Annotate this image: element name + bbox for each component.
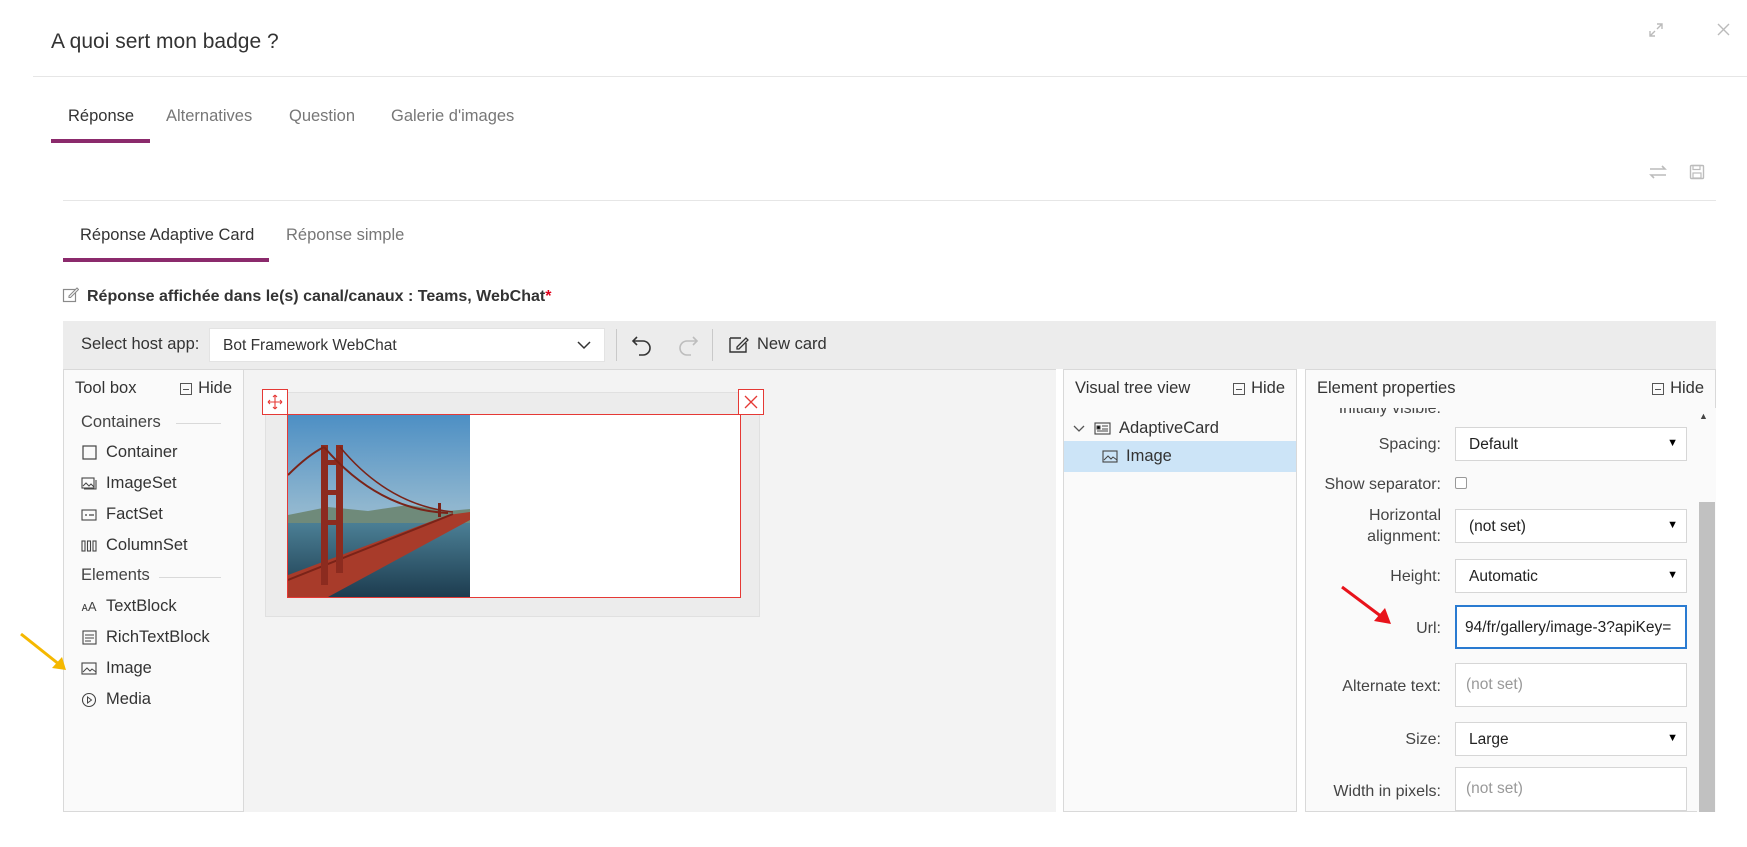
toolbox-header: Tool box Hide — [64, 370, 243, 408]
dialog-title: A quoi sert mon badge ? — [51, 30, 279, 53]
tab-reponse-adaptive-card[interactable]: Réponse Adaptive Card — [80, 226, 254, 245]
toolbox-pane: Tool box Hide Containers Container Image… — [63, 369, 244, 812]
element-properties-header: Element properties Hide — [1306, 370, 1715, 408]
red-arrow-annotation — [1341, 585, 1391, 624]
card-image[interactable] — [288, 415, 470, 597]
columnset-icon — [81, 538, 97, 554]
image-icon — [81, 661, 97, 677]
horizontal-alignment-label-2: alignment: — [1367, 528, 1441, 545]
new-card-button[interactable]: New card — [727, 333, 827, 355]
height-select[interactable]: Automatic ▼ — [1455, 559, 1687, 593]
toolbar-separator-2 — [712, 329, 713, 361]
collapse-icon — [180, 382, 193, 395]
dropdown-arrow-icon: ▼ — [1667, 519, 1678, 531]
horizontal-alignment-select[interactable]: (not set) ▼ — [1455, 509, 1687, 543]
spacing-label: Spacing: — [1378, 436, 1441, 453]
tab-reponse[interactable]: Réponse — [68, 107, 134, 126]
undo-icon[interactable] — [631, 333, 653, 362]
subtab-active-indicator — [63, 258, 269, 262]
collapse-icon — [1233, 382, 1246, 395]
toolbar-separator — [616, 329, 617, 361]
show-separator-checkbox[interactable] — [1455, 477, 1467, 489]
visual-tree-title: Visual tree view — [1075, 379, 1191, 397]
designer-toolbar: Select host app: Bot Framework WebChat N… — [63, 321, 1716, 369]
alternate-text-input[interactable]: (not set) — [1455, 663, 1687, 707]
dropdown-arrow-icon: ▼ — [1667, 732, 1678, 744]
media-icon — [81, 692, 97, 708]
save-icon[interactable] — [1689, 164, 1705, 185]
element-properties-title: Element properties — [1317, 379, 1456, 397]
host-app-label: Select host app: — [81, 335, 200, 353]
properties-scrollbar-thumb[interactable] — [1699, 502, 1715, 812]
width-in-pixels-label: Width in pixels: — [1333, 783, 1441, 800]
toolbox-hide-button[interactable]: Hide — [180, 379, 232, 398]
size-select[interactable]: Large ▼ — [1455, 722, 1687, 756]
element-properties-hide-button[interactable]: Hide — [1652, 379, 1704, 398]
container-icon — [81, 445, 97, 461]
textblock-icon: ᴀA — [81, 599, 97, 614]
tree-node-image[interactable]: Image — [1064, 441, 1296, 472]
header-divider — [33, 76, 1747, 77]
host-app-value: Bot Framework WebChat — [223, 337, 397, 354]
group-divider — [159, 577, 221, 578]
new-card-label: New card — [757, 334, 827, 353]
expand-icon[interactable] — [1648, 22, 1664, 43]
url-input[interactable]: 94/fr/gallery/image-3?apiKey= — [1455, 605, 1687, 649]
toolbox-group-containers: Containers — [81, 413, 161, 431]
yellow-arrow-annotation — [20, 632, 66, 670]
size-label: Size: — [1405, 731, 1441, 748]
tab-question[interactable]: Question — [289, 107, 355, 126]
toolbox-item-textblock[interactable]: ᴀA TextBlock — [81, 597, 176, 616]
host-app-select[interactable]: Bot Framework WebChat — [209, 328, 605, 362]
group-divider — [176, 423, 221, 424]
toolbox-item-columnset[interactable]: ColumnSet — [81, 536, 188, 555]
tab-reponse-simple[interactable]: Réponse simple — [286, 226, 404, 245]
remove-element-icon[interactable] — [738, 389, 764, 415]
channels-note-text: Réponse affichée dans le(s) canal/canaux… — [87, 288, 546, 305]
dropdown-arrow-icon: ▼ — [1667, 437, 1678, 449]
image-icon — [1102, 450, 1118, 463]
toolbox-title: Tool box — [75, 379, 137, 397]
toolbox-item-imageset[interactable]: ImageSet — [81, 474, 177, 493]
factset-icon — [81, 507, 97, 523]
toolbox-item-media[interactable]: Media — [81, 690, 151, 709]
close-icon[interactable] — [1716, 22, 1731, 42]
toolbox-item-factset[interactable]: FactSet — [81, 505, 163, 524]
visual-tree-header: Visual tree view Hide — [1064, 370, 1296, 408]
collapse-icon — [1652, 382, 1665, 395]
redo-icon[interactable] — [677, 333, 699, 362]
spacing-select[interactable]: Default ▼ — [1455, 427, 1687, 461]
toolbox-item-image[interactable]: Image — [81, 659, 152, 678]
tab-active-indicator — [51, 139, 150, 143]
adaptivecard-icon — [1094, 422, 1111, 435]
tab-galerie[interactable]: Galerie d'images — [391, 107, 514, 126]
tab-alternatives[interactable]: Alternatives — [166, 107, 252, 126]
horizontal-alignment-label-1: Horizontal — [1368, 507, 1441, 524]
section-divider — [63, 200, 1716, 201]
alternate-text-label: Alternate text: — [1342, 678, 1441, 695]
toolbox-group-elements: Elements — [81, 566, 150, 584]
new-card-icon — [729, 337, 749, 353]
dialog: A quoi sert mon badge ? Réponse Alternat… — [0, 0, 1747, 847]
tree-node-adaptivecard[interactable]: AdaptiveCard — [1072, 419, 1219, 438]
chevron-down-icon — [576, 337, 592, 358]
channels-note: Réponse affichée dans le(s) canal/canaux… — [62, 286, 551, 308]
visual-tree-hide-button[interactable]: Hide — [1233, 379, 1285, 398]
edit-icon[interactable] — [62, 286, 80, 308]
move-handle-icon[interactable] — [262, 389, 288, 415]
swap-icon[interactable] — [1648, 164, 1668, 185]
toolbox-item-container[interactable]: Container — [81, 443, 178, 462]
toolbox-item-richtextblock[interactable]: RichTextBlock — [81, 628, 210, 647]
width-in-pixels-input[interactable]: (not set) — [1455, 767, 1687, 811]
scroll-up-icon[interactable]: ▲ — [1699, 411, 1708, 421]
required-mark: * — [545, 288, 552, 305]
show-separator-label: Show separator: — [1324, 476, 1441, 493]
chevron-down-icon — [1073, 425, 1085, 432]
richtextblock-icon — [81, 630, 97, 646]
visual-tree-pane: Visual tree view Hide AdaptiveCard Image — [1063, 369, 1297, 812]
imageset-icon — [81, 476, 97, 492]
dropdown-arrow-icon: ▼ — [1667, 569, 1678, 581]
